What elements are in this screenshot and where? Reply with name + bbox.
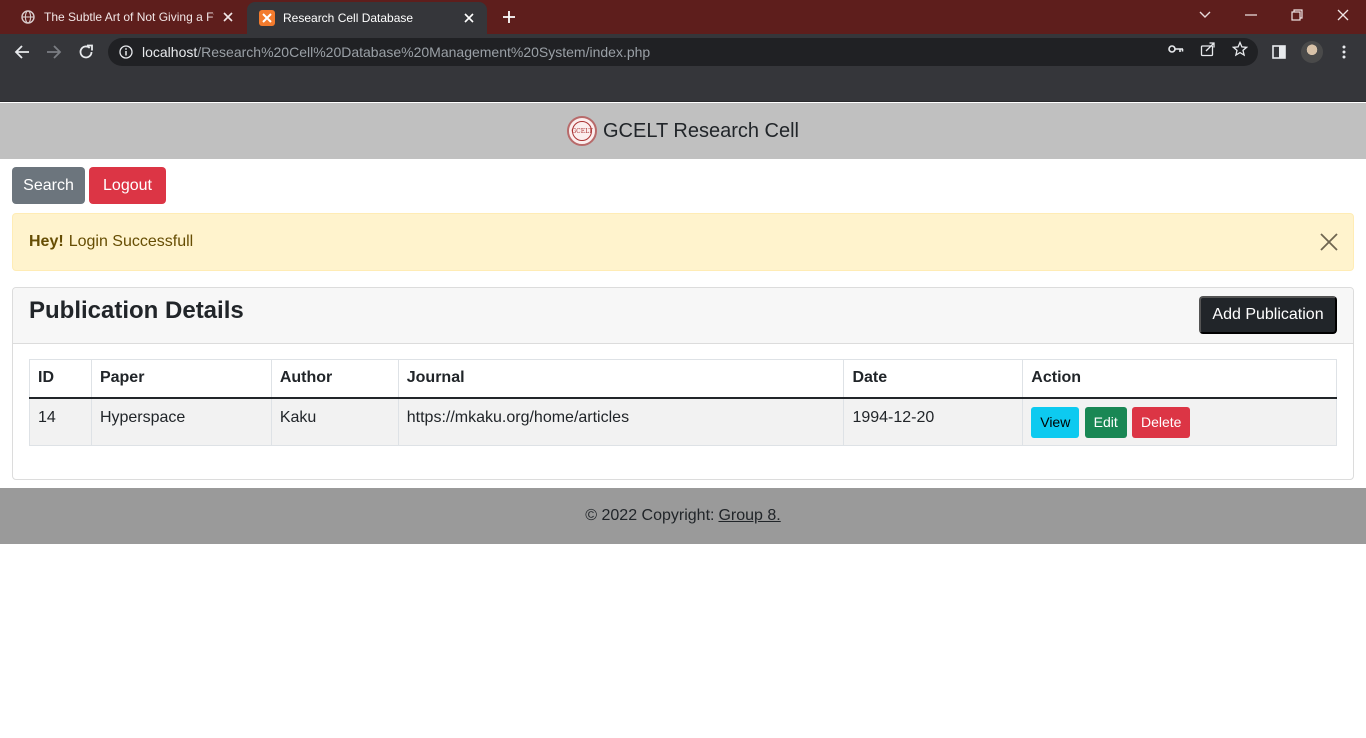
footer-group-link[interactable]: Group 8. — [718, 507, 780, 525]
share-icon[interactable] — [1199, 40, 1217, 58]
cell-author: Kaku — [270, 397, 399, 446]
card-title: Publication Details — [29, 297, 244, 324]
table-row: 14 Hyperspace Kaku https://mkaku.org/hom… — [29, 397, 1337, 446]
url-path: /Research%20Cell%20Database%20Management… — [197, 44, 651, 60]
forward-icon[interactable] — [41, 40, 67, 64]
cell-journal: https://mkaku.org/home/articles — [397, 397, 845, 446]
navbar-brand[interactable]: GCELT GCELT Research Cell — [0, 103, 1366, 159]
footer-copyright: © 2022 Copyright: — [585, 507, 715, 524]
close-window-icon[interactable] — [1320, 0, 1366, 30]
card-header: Publication Details Add Publication — [13, 288, 1353, 344]
tab-title: The Subtle Art of Not Giving a F* — [44, 10, 214, 24]
column-header-journal: Journal — [397, 359, 845, 399]
address-bar[interactable]: localhost/Research%20Cell%20Database%20M… — [108, 38, 1258, 66]
footer: © 2022 Copyright: Group 8. — [0, 488, 1366, 544]
minimize-icon[interactable] — [1228, 0, 1274, 30]
success-alert: Hey! Login Successfull — [12, 213, 1354, 271]
cell-id: 14 — [29, 397, 92, 446]
delete-button[interactable]: Delete — [1132, 406, 1191, 438]
profile-avatar[interactable] — [1300, 40, 1324, 64]
cell-date: 1994-12-20 — [843, 397, 1024, 446]
search-button[interactable]: Search — [12, 167, 85, 204]
globe-icon — [20, 9, 36, 25]
avatar — [1301, 41, 1323, 63]
reload-icon[interactable] — [73, 40, 99, 64]
tab-search-chevron-icon[interactable] — [1182, 0, 1228, 30]
table-header-row: ID Paper Author Journal Date Action — [29, 359, 1337, 399]
tab-research-cell[interactable]: Research Cell Database — [247, 2, 487, 34]
add-publication-button[interactable]: Add Publication — [1199, 296, 1337, 334]
college-logo: GCELT — [567, 116, 597, 146]
tab-subtle-art[interactable]: The Subtle Art of Not Giving a F* — [8, 0, 246, 34]
page-content: GCELT GCELT Research Cell Search Logout … — [0, 103, 1366, 738]
tab-strip: The Subtle Art of Not Giving a F* Resear… — [0, 0, 1366, 34]
bookmark-star-icon[interactable] — [1231, 40, 1249, 58]
back-icon[interactable] — [9, 40, 35, 64]
close-icon[interactable] — [1319, 232, 1339, 252]
column-header-author: Author — [270, 359, 399, 399]
logout-button[interactable]: Logout — [89, 167, 166, 204]
restore-icon[interactable] — [1274, 0, 1320, 30]
publication-card: Publication Details Add Publication ID P… — [12, 287, 1354, 480]
view-button[interactable]: View — [1031, 406, 1080, 438]
site-info-icon[interactable] — [118, 44, 134, 60]
url-host: localhost — [142, 44, 198, 60]
cell-paper: Hyperspace — [90, 397, 272, 446]
close-tab-icon[interactable] — [220, 9, 236, 25]
menu-kebab-icon[interactable] — [1332, 40, 1356, 64]
side-panel-icon[interactable] — [1267, 40, 1291, 64]
publication-table: ID Paper Author Journal Date Action 14 H… — [29, 359, 1337, 446]
url-text: localhost/Research%20Cell%20Database%20M… — [142, 44, 650, 60]
xampp-icon — [259, 10, 275, 26]
tab-title: Research Cell Database — [283, 11, 414, 25]
key-icon[interactable] — [1167, 40, 1185, 58]
column-header-id: ID — [29, 359, 92, 399]
edit-button[interactable]: Edit — [1084, 406, 1127, 438]
browser-toolbar: localhost/Research%20Cell%20Database%20M… — [0, 34, 1366, 70]
logo-seal: GCELT — [571, 121, 593, 141]
column-header-date: Date — [843, 359, 1024, 399]
alert-message: Login Successfull — [68, 233, 194, 250]
cell-actions: View Edit Delete — [1022, 397, 1337, 446]
brand-title: GCELT Research Cell — [603, 119, 799, 142]
close-tab-icon[interactable] — [461, 10, 477, 26]
new-tab-icon[interactable] — [498, 6, 520, 28]
alert-strong: Hey! — [29, 233, 64, 250]
bookmark-bar — [0, 70, 1366, 102]
column-header-paper: Paper — [90, 359, 272, 399]
column-header-action: Action — [1022, 359, 1337, 399]
